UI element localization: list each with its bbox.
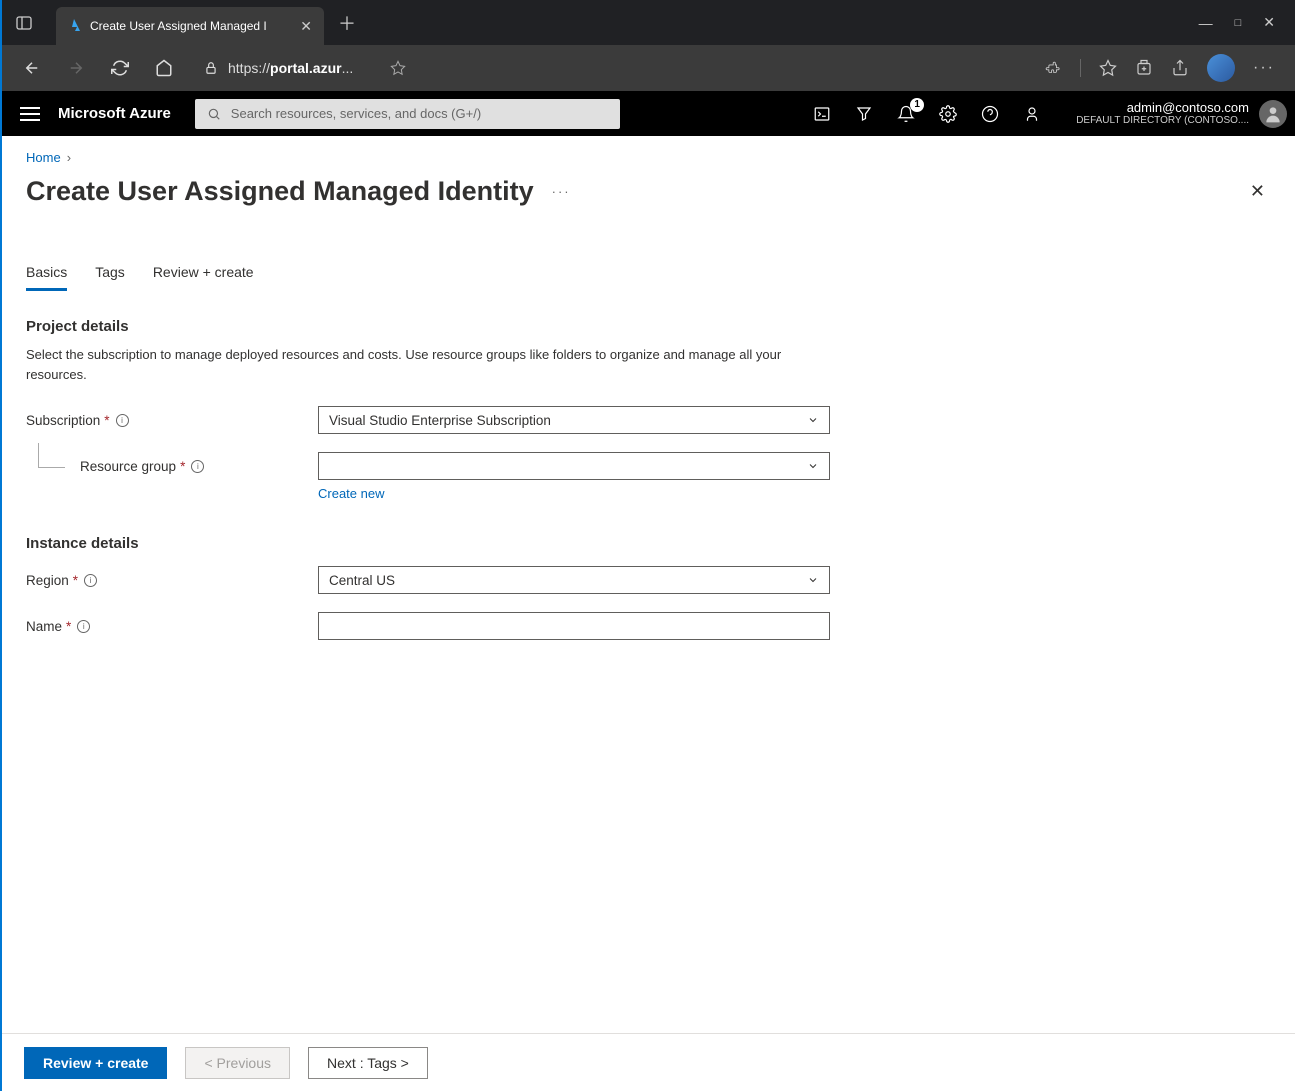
region-value: Central US — [329, 573, 395, 588]
subscription-label: Subscription* i — [26, 413, 318, 428]
home-button[interactable] — [146, 50, 182, 86]
portal-header: Microsoft Azure Search resources, servic… — [2, 91, 1295, 136]
search-icon — [207, 107, 221, 121]
search-placeholder: Search resources, services, and docs (G+… — [231, 106, 481, 121]
name-label: Name* i — [26, 619, 318, 634]
user-email: admin@contoso.com — [1076, 100, 1249, 116]
notification-badge: 1 — [910, 98, 924, 112]
share-icon[interactable] — [1171, 59, 1189, 77]
minimize-icon[interactable]: — — [1199, 15, 1213, 31]
info-icon[interactable]: i — [84, 574, 97, 587]
tab-basics[interactable]: Basics — [26, 264, 67, 291]
extensions-icon[interactable] — [1044, 59, 1062, 77]
previous-button: < Previous — [185, 1047, 290, 1079]
sidebar-toggle-icon[interactable] — [10, 9, 38, 37]
project-details-desc: Select the subscription to manage deploy… — [26, 345, 786, 384]
project-details-heading: Project details — [26, 318, 1271, 335]
subscription-value: Visual Studio Enterprise Subscription — [329, 413, 551, 428]
favorites-icon[interactable] — [1099, 59, 1117, 77]
region-row: Region* i Central US — [26, 566, 1271, 594]
close-blade-icon[interactable]: ✕ — [1244, 175, 1271, 208]
portal-header-icons: 1 admin@contoso.com DEFAULT DIRECTORY (C… — [812, 100, 1295, 128]
review-create-button[interactable]: Review + create — [24, 1047, 167, 1079]
cloud-shell-icon[interactable] — [812, 104, 832, 124]
chevron-down-icon — [807, 574, 819, 586]
user-avatar-icon — [1259, 100, 1287, 128]
browser-profile-icon[interactable] — [1207, 54, 1235, 82]
name-row: Name* i — [26, 612, 1271, 640]
title-more-icon[interactable]: ··· — [552, 184, 571, 199]
create-new-link[interactable]: Create new — [318, 486, 1271, 501]
notifications-icon[interactable]: 1 — [896, 104, 916, 124]
next-button[interactable]: Next : Tags > — [308, 1047, 428, 1079]
resource-group-row: Resource group* i — [26, 452, 1271, 480]
subscription-row: Subscription* i Visual Studio Enterprise… — [26, 406, 1271, 434]
favorite-add-icon[interactable] — [390, 60, 406, 76]
breadcrumb: Home › — [26, 150, 1271, 165]
settings-icon[interactable] — [938, 104, 958, 124]
footer-bar: Review + create < Previous Next : Tags > — [2, 1033, 1295, 1091]
forward-button[interactable] — [58, 50, 94, 86]
tab-review[interactable]: Review + create — [153, 264, 254, 291]
directory-filter-icon[interactable] — [854, 104, 874, 124]
subscription-dropdown[interactable]: Visual Studio Enterprise Subscription — [318, 406, 830, 434]
lock-icon — [204, 61, 218, 75]
user-account[interactable]: admin@contoso.com DEFAULT DIRECTORY (CON… — [1064, 100, 1295, 128]
region-dropdown[interactable]: Central US — [318, 566, 830, 594]
azure-favicon-icon — [66, 18, 82, 34]
close-window-icon[interactable]: ✕ — [1263, 14, 1275, 31]
tab-close-icon[interactable]: ✕ — [298, 16, 314, 37]
form-tabs: Basics Tags Review + create — [26, 264, 1271, 292]
feedback-icon[interactable] — [1022, 104, 1042, 124]
hamburger-menu-icon[interactable] — [20, 107, 40, 121]
url-bar[interactable]: https://portal.azur... — [190, 60, 420, 76]
browser-tab[interactable]: Create User Assigned Managed I ✕ — [56, 7, 324, 45]
url-text: https://portal.azur... — [228, 60, 353, 76]
info-icon[interactable]: i — [191, 460, 204, 473]
portal-brand[interactable]: Microsoft Azure — [58, 105, 171, 122]
toolbar-right: ··· — [1044, 54, 1283, 82]
browser-toolbar: https://portal.azur... ··· — [2, 45, 1295, 91]
user-directory: DEFAULT DIRECTORY (CONTOSO.... — [1076, 115, 1249, 127]
page-content: Home › Create User Assigned Managed Iden… — [2, 136, 1295, 1033]
resource-group-dropdown[interactable] — [318, 452, 830, 480]
browser-titlebar: Create User Assigned Managed I ✕ ＋ — □ ✕ — [2, 0, 1295, 45]
page-title: Create User Assigned Managed Identity — [26, 176, 534, 207]
chevron-down-icon — [807, 414, 819, 426]
browser-menu-icon[interactable]: ··· — [1253, 59, 1275, 77]
refresh-button[interactable] — [102, 50, 138, 86]
collections-icon[interactable] — [1135, 59, 1153, 77]
region-label: Region* i — [26, 573, 318, 588]
help-icon[interactable] — [980, 104, 1000, 124]
maximize-icon[interactable]: □ — [1235, 17, 1242, 29]
name-input[interactable] — [318, 612, 830, 640]
back-button[interactable] — [14, 50, 50, 86]
info-icon[interactable]: i — [116, 414, 129, 427]
tab-tags[interactable]: Tags — [95, 264, 125, 291]
chevron-down-icon — [807, 460, 819, 472]
instance-details-heading: Instance details — [26, 535, 1271, 552]
resource-group-label: Resource group* i — [26, 459, 318, 474]
new-tab-button[interactable]: ＋ — [338, 10, 356, 36]
page-heading: Create User Assigned Managed Identity ··… — [26, 175, 1271, 208]
portal-search-input[interactable]: Search resources, services, and docs (G+… — [195, 99, 620, 129]
info-icon[interactable]: i — [77, 620, 90, 633]
chevron-right-icon: › — [67, 150, 71, 165]
window-controls: — □ ✕ — [1199, 14, 1295, 31]
breadcrumb-home[interactable]: Home — [26, 150, 61, 165]
browser-tab-title: Create User Assigned Managed I — [90, 19, 290, 33]
